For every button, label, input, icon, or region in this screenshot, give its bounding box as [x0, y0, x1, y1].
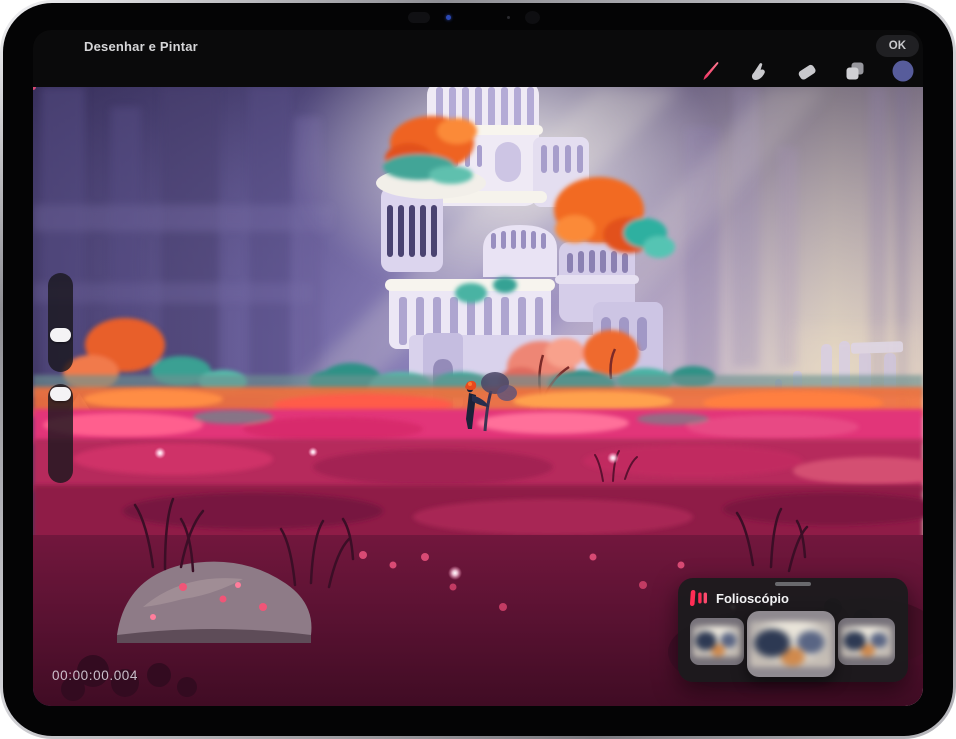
frame-thumbnail — [693, 626, 741, 657]
page-title: Desenhar e Pintar — [84, 39, 198, 54]
opacity-thumb[interactable] — [50, 387, 71, 401]
top-toolbar: Desenhar e Pintar OK — [33, 30, 923, 87]
brush-size-thumb[interactable] — [50, 328, 71, 342]
flipbook-panel[interactable]: Folioscópio — [678, 578, 908, 682]
drag-handle[interactable] — [775, 582, 811, 586]
ok-button[interactable]: OK — [876, 35, 919, 57]
timecode-label: 00:00:00.004 — [52, 668, 138, 683]
paintbrush-icon — [699, 59, 723, 83]
front-camera-icon — [446, 15, 451, 20]
color-button[interactable] — [891, 59, 915, 83]
layers-icon — [843, 59, 867, 83]
smudge-tool-button[interactable] — [747, 59, 771, 83]
flipbook-frame-1[interactable] — [690, 618, 744, 665]
layers-button[interactable] — [843, 59, 867, 83]
frame-thumbnail — [750, 621, 832, 667]
ambient-sensor — [507, 16, 510, 19]
front-sensor — [408, 12, 430, 23]
flipbook-header: Folioscópio — [690, 589, 789, 607]
paint-tool-button[interactable] — [699, 59, 723, 83]
opacity-slider[interactable] — [48, 384, 73, 483]
erase-tool-button[interactable] — [795, 59, 819, 83]
flipbook-frame-2-selected[interactable] — [747, 611, 835, 677]
screen: Desenhar e Pintar OK — [33, 30, 923, 706]
ipad-bezel: Desenhar e Pintar OK — [3, 3, 953, 736]
flipbook-frame-3[interactable] — [838, 618, 895, 665]
flipbook-icon — [690, 589, 708, 607]
flipbook-title: Folioscópio — [716, 591, 789, 606]
drawing-canvas[interactable]: 00:00:00.004 — [33, 87, 923, 706]
smudge-icon — [747, 59, 771, 83]
color-swatch-icon — [891, 59, 915, 83]
tool-row — [699, 58, 915, 84]
frame-thumbnail — [841, 626, 892, 657]
eraser-icon — [795, 59, 819, 83]
brush-size-slider[interactable] — [48, 273, 73, 372]
camera-lens — [525, 11, 540, 24]
ipad-device: Desenhar e Pintar OK — [0, 0, 956, 739]
